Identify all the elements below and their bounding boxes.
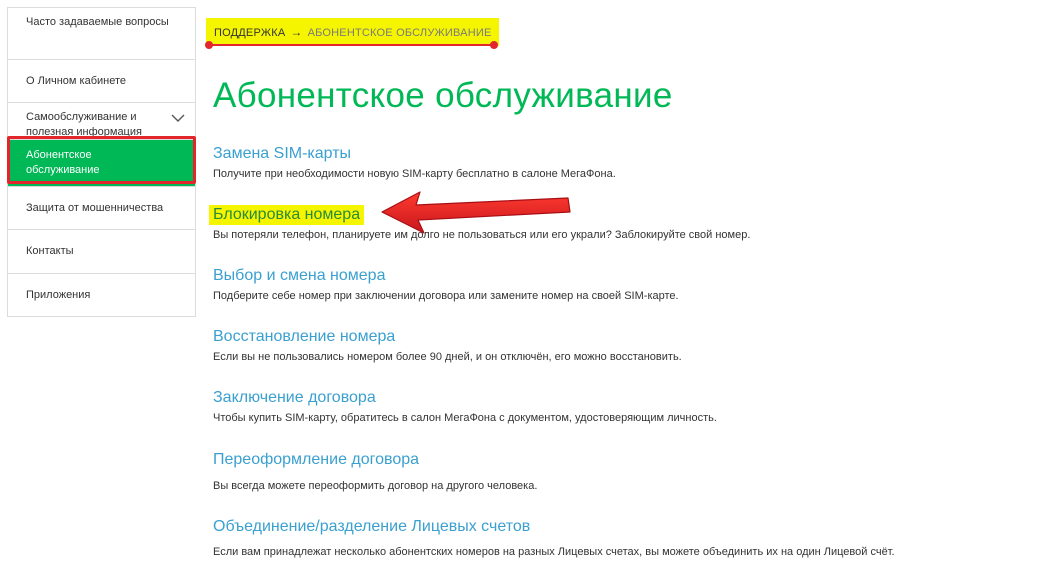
sidebar-item-label: Защита от мошенничества	[26, 201, 164, 214]
breadcrumb-current: АБОНЕНТСКОЕ ОБСЛУЖИВАНИЕ	[307, 27, 492, 39]
section-contract-reissue: Переоформление договора Вы всегда можете…	[213, 450, 537, 494]
annotation-dot	[205, 41, 213, 49]
breadcrumb-home-link[interactable]: ПОДДЕРЖКА	[214, 27, 285, 39]
annotation-underline	[208, 44, 494, 46]
sidebar-item-subscriber-service[interactable]: Абонентское обслуживание	[8, 140, 195, 187]
sidebar-item-label: Контакты	[26, 245, 74, 257]
breadcrumb: ПОДДЕРЖКА → АБОНЕНТСКОЕ ОБСЛУЖИВАНИЕ	[206, 18, 499, 46]
section-number-selection: Выбор и смена номера Подберите себе номе…	[213, 266, 679, 304]
section-link[interactable]: Восстановление номера	[213, 327, 395, 347]
sidebar-item-label: Самообслуживание и полезная информация	[26, 111, 142, 138]
section-description: Если вы не пользовались номером более 90…	[213, 351, 682, 363]
chevron-down-icon[interactable]	[171, 113, 185, 123]
sidebar-item-self-service[interactable]: Самообслуживание и полезная информация	[8, 103, 195, 140]
section-description: Вы потеряли телефон, планируете им долго…	[213, 229, 751, 241]
sidebar-item-fraud-protection[interactable]: Защита от мошенничества	[8, 187, 195, 230]
sidebar-item-label: Часто задаваемые вопросы	[26, 16, 169, 28]
sidebar-item-apps[interactable]: Приложения	[8, 274, 195, 316]
sidebar-item-contacts[interactable]: Контакты	[8, 230, 195, 274]
section-link[interactable]: Замена SIM-карты	[213, 144, 351, 164]
section-link[interactable]: Выбор и смена номера	[213, 266, 385, 286]
sidebar-item-label: Абонентское обслуживание	[26, 149, 100, 176]
sidebar-item-label: Приложения	[26, 288, 91, 301]
breadcrumb-separator-icon: →	[290, 25, 303, 39]
section-link[interactable]: Объединение/разделение Лицевых счетов	[213, 517, 530, 537]
sidebar: Часто задаваемые вопросы О Личном кабине…	[7, 7, 196, 317]
section-accounts-merge: Объединение/разделение Лицевых счетов Ес…	[213, 517, 895, 560]
sidebar-item-label: О Личном кабинете	[26, 74, 126, 87]
section-description: Если вам принадлежат несколько абонентск…	[213, 546, 895, 558]
page-title: Абонентское обслуживание	[213, 76, 673, 115]
section-link[interactable]: Заключение договора	[213, 388, 376, 408]
section-description: Подберите себе номер при заключении дого…	[213, 290, 679, 302]
section-link[interactable]: Переоформление договора	[213, 450, 419, 470]
section-link[interactable]: Блокировка номера	[209, 205, 365, 225]
sidebar-item-faq[interactable]: Часто задаваемые вопросы	[8, 8, 195, 60]
section-number-blocking: Блокировка номера Вы потеряли телефон, п…	[209, 205, 751, 243]
section-description: Вы всегда можете переоформить договор на…	[213, 480, 538, 492]
section-contract-signing: Заключение договора Чтобы купить SIM-кар…	[213, 388, 717, 426]
annotation-dot	[490, 41, 498, 49]
sidebar-item-personal-account[interactable]: О Личном кабинете	[8, 60, 195, 103]
section-sim-replacement: Замена SIM-карты Получите при необходимо…	[213, 144, 616, 182]
section-description: Чтобы купить SIM-карту, обратитесь в сал…	[213, 412, 717, 424]
section-number-restore: Восстановление номера Если вы не пользов…	[213, 327, 682, 365]
section-description: Получите при необходимости новую SIM-кар…	[213, 168, 616, 180]
